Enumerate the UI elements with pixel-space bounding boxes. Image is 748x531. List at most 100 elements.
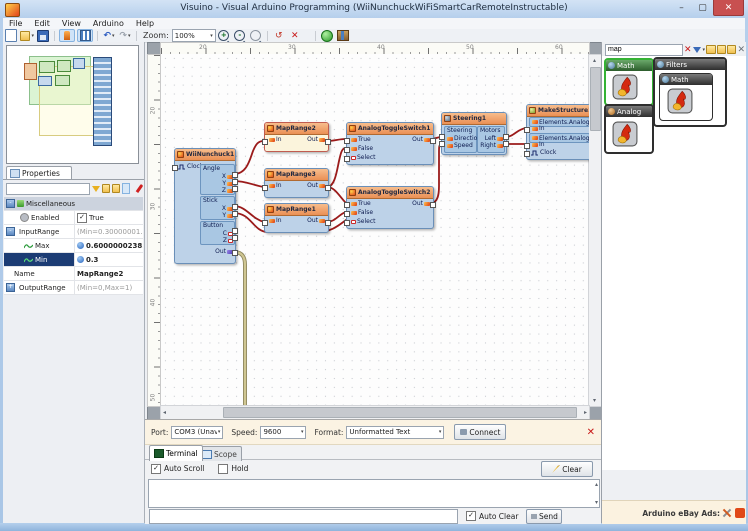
pin-connector[interactable] xyxy=(344,211,350,217)
block-header[interactable]: AnalogToggleSwitch2 xyxy=(347,187,433,199)
pin-connector[interactable] xyxy=(232,179,238,185)
pin-connector[interactable] xyxy=(232,228,238,234)
maximize-button[interactable]: ▢ xyxy=(692,0,713,15)
pin-in1[interactable]: In xyxy=(530,125,545,132)
pin-connector[interactable] xyxy=(262,220,268,226)
pin-connector[interactable] xyxy=(262,185,268,191)
block-maprange3[interactable]: MapRange3 In Out xyxy=(264,168,329,198)
pin-panels-toggle[interactable] xyxy=(59,29,75,42)
pin-connector[interactable] xyxy=(344,220,350,226)
expand-all-icon[interactable] xyxy=(102,184,110,193)
connect-button[interactable]: Connect xyxy=(454,424,506,440)
pin-out[interactable]: Out xyxy=(412,200,431,207)
pin-connector[interactable] xyxy=(439,141,445,147)
pin-false[interactable]: False xyxy=(349,145,373,152)
hold-checkbox[interactable] xyxy=(218,464,228,474)
scroll-thumb[interactable] xyxy=(590,67,601,131)
pin-connector[interactable] xyxy=(172,165,178,171)
block-maprange2[interactable]: MapRange2 In Out xyxy=(264,122,329,152)
menu-view[interactable]: View xyxy=(56,19,87,28)
pin-in[interactable]: In xyxy=(267,136,282,143)
pin-connector[interactable] xyxy=(503,141,509,147)
block-header[interactable]: Steering1 xyxy=(442,113,506,125)
pin-connector[interactable] xyxy=(430,202,436,208)
palette-group-header[interactable]: Math xyxy=(606,60,652,71)
disconnect-icon[interactable]: ✕ xyxy=(587,427,595,438)
menu-file[interactable]: File xyxy=(3,19,28,28)
property-row-name[interactable]: Name MapRange2 xyxy=(4,267,143,281)
pin-connector[interactable] xyxy=(503,134,509,140)
port-select[interactable]: COM3 (Unav▾ xyxy=(171,426,223,439)
palette-group-filters-math[interactable]: Math xyxy=(659,73,713,121)
pin-in[interactable]: In xyxy=(267,217,282,224)
scroll-left-arrow[interactable]: ◂ xyxy=(163,409,166,416)
title-bar[interactable]: Visuino - Visual Arduino Programming (Wi… xyxy=(0,0,748,18)
block-header[interactable]: MapRange3 xyxy=(265,169,328,181)
pin-connector[interactable] xyxy=(325,185,331,191)
pin-connector[interactable] xyxy=(344,202,350,208)
folder-icon[interactable] xyxy=(706,45,715,54)
compile-button[interactable] xyxy=(320,30,334,41)
expander-icon[interactable]: + xyxy=(6,283,15,292)
undo-button[interactable]: ↶▾ xyxy=(102,30,116,41)
pin-connector[interactable] xyxy=(232,211,238,217)
component-item-icon[interactable] xyxy=(667,88,693,114)
close-button[interactable]: ✕ xyxy=(713,0,744,16)
pin-connector[interactable] xyxy=(524,127,530,133)
block-makestructure1[interactable]: MakeStructure1 Elements.Analog1 In Eleme… xyxy=(526,104,589,160)
open-project-button[interactable]: ▾ xyxy=(20,30,34,41)
expander-icon[interactable]: - xyxy=(6,199,15,208)
new-project-button[interactable] xyxy=(4,30,18,41)
auto-scroll-checkbox[interactable]: ✓ xyxy=(151,464,161,474)
component-item-icon[interactable] xyxy=(612,121,638,147)
pin-true[interactable]: True xyxy=(349,136,371,143)
pin-stick-x[interactable]: X xyxy=(201,205,234,212)
pin-angle-x[interactable]: X xyxy=(201,173,234,180)
pin-select[interactable]: Select xyxy=(349,218,376,225)
block-header[interactable]: MapRange1 xyxy=(265,204,328,216)
dropdown-icon[interactable]: ▾ xyxy=(703,47,706,53)
zoom-select[interactable]: 100%▾ xyxy=(172,29,216,42)
design-canvas[interactable]: WiiNunchuck1 Clock Angle X Y Z Stick X Y… xyxy=(160,54,589,405)
pin-connector[interactable] xyxy=(262,139,268,145)
ebay-close-icon[interactable] xyxy=(735,508,745,518)
palette-search-input[interactable] xyxy=(605,44,683,56)
scroll-down-arrow[interactable]: ▾ xyxy=(589,397,600,404)
clear-button[interactable]: Clear xyxy=(541,461,593,477)
terminal-output[interactable]: ▴ ▾ xyxy=(148,479,600,508)
pin-connector[interactable] xyxy=(524,151,530,157)
block-header[interactable]: AnalogToggleSwitch1 xyxy=(347,123,433,135)
block-header[interactable]: MapRange2 xyxy=(265,123,328,135)
pin-connector[interactable] xyxy=(232,235,238,241)
property-row-inputrange[interactable]: -InputRange (Min=0.30000001... xyxy=(4,225,143,239)
pin-panel-icon[interactable] xyxy=(135,184,143,193)
pin-connector[interactable] xyxy=(524,143,530,149)
pin-out[interactable]: Out xyxy=(307,217,326,224)
property-row-max[interactable]: Max 0.6000000238... xyxy=(4,239,143,253)
pin-clock[interactable]: Clock xyxy=(529,149,556,156)
pin-angle-y[interactable]: Y xyxy=(201,180,234,187)
pin-select[interactable]: Select xyxy=(349,154,376,161)
ebay-tools-icon[interactable] xyxy=(722,508,732,518)
overview-minimap[interactable] xyxy=(6,45,139,164)
menu-help[interactable]: Help xyxy=(130,19,160,28)
scroll-up-arrow[interactable]: ▴ xyxy=(589,57,600,64)
format-select[interactable]: Unformatted Text▾ xyxy=(346,426,444,439)
pin-connector[interactable] xyxy=(232,204,238,210)
zoom-in-button[interactable]: + xyxy=(217,30,231,41)
send-button[interactable]: Send xyxy=(526,509,562,524)
pin-connector[interactable] xyxy=(344,156,350,162)
scroll-right-arrow[interactable]: ▸ xyxy=(584,409,587,416)
properties-search-input[interactable] xyxy=(6,183,90,195)
speed-select[interactable]: 9600▾ xyxy=(260,426,306,439)
menu-edit[interactable]: Edit xyxy=(28,19,56,28)
pin-connector[interactable] xyxy=(325,139,331,145)
bundle-wire[interactable] xyxy=(234,252,245,405)
menu-arduino[interactable]: Arduino xyxy=(87,19,130,28)
pin-right[interactable]: Right xyxy=(478,142,504,149)
clear-search-icon[interactable]: ✕ xyxy=(684,45,692,55)
pin-connector[interactable] xyxy=(232,186,238,192)
pin-connector[interactable] xyxy=(344,138,350,144)
zoom-reset-button[interactable] xyxy=(249,30,263,41)
scroll-down-arrow[interactable]: ▾ xyxy=(595,499,598,506)
